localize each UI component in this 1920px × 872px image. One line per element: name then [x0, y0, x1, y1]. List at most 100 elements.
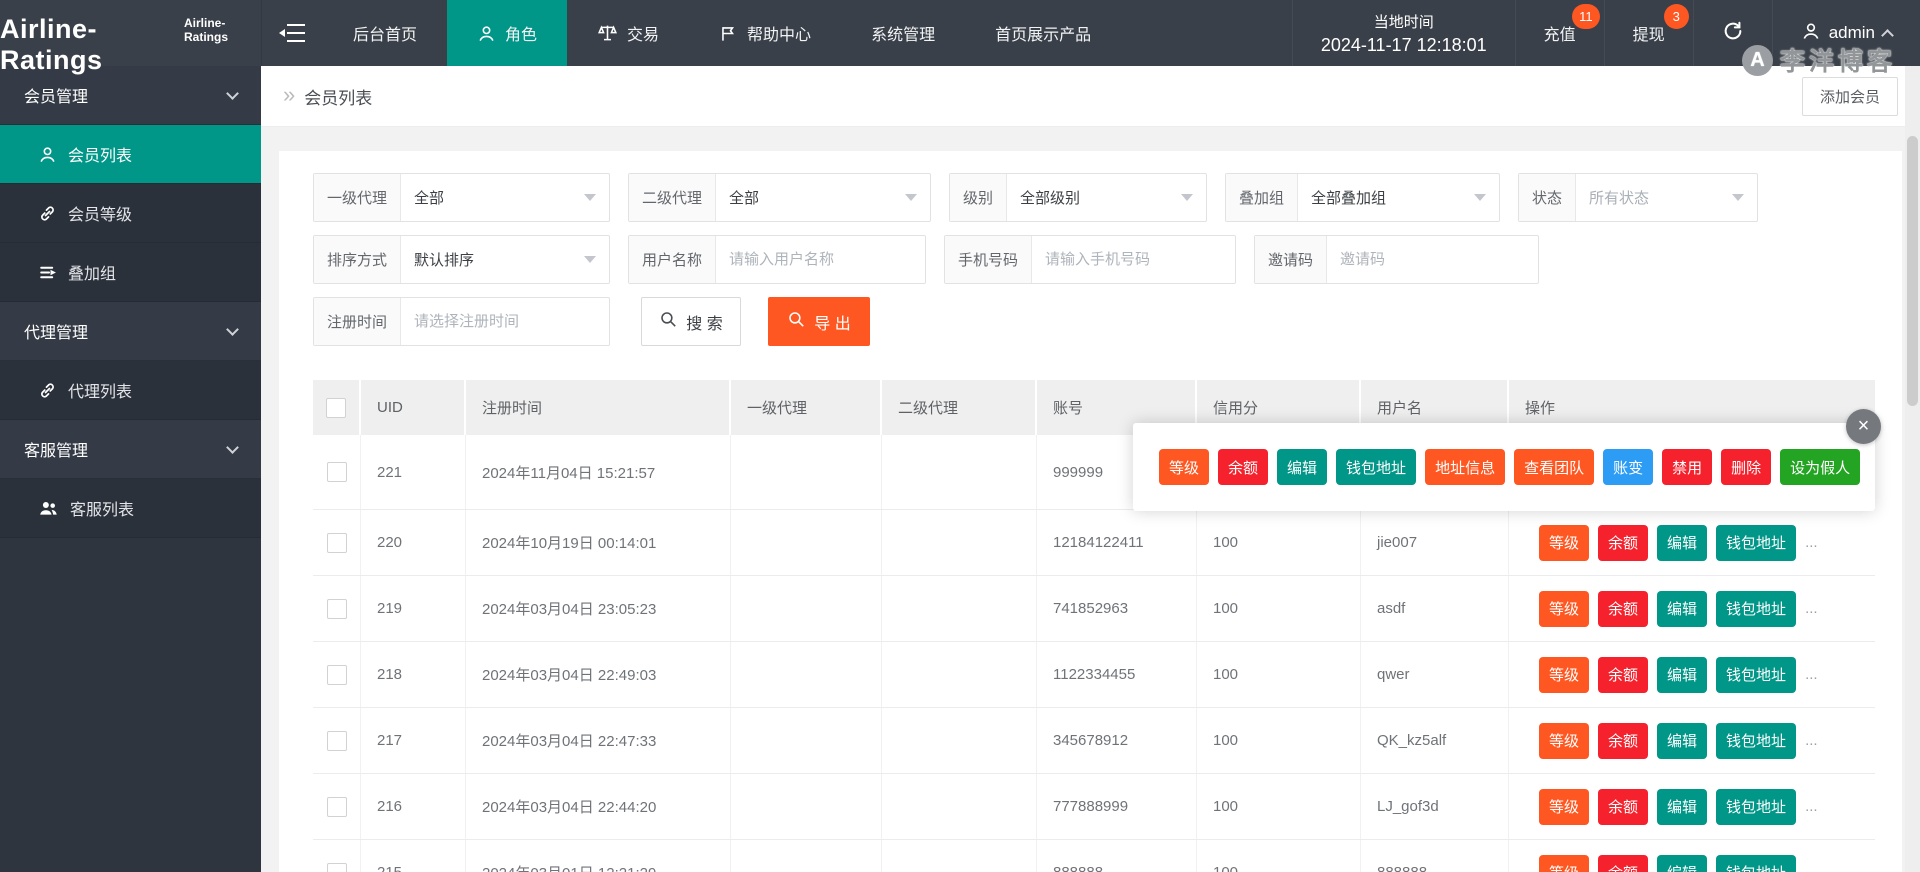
nav-item-首页展示产品[interactable]: 首页展示产品: [965, 0, 1121, 66]
sidebar-item-叠加组[interactable]: 叠加组: [0, 243, 261, 302]
table-row-uid-217: 2172024年03月04日 22:47:33345678912100QK_kz…: [313, 708, 1875, 774]
action-button-等级[interactable]: 等级: [1539, 789, 1589, 825]
action-button-编辑[interactable]: 编辑: [1657, 723, 1707, 759]
row-checkbox[interactable]: [327, 863, 347, 872]
action-button-钱包地址[interactable]: 钱包地址: [1716, 855, 1796, 872]
nav-item-交易[interactable]: 交易: [567, 0, 689, 66]
select-all-checkbox[interactable]: [326, 398, 346, 418]
action-button-删除[interactable]: 删除: [1721, 449, 1771, 485]
refresh-button[interactable]: [1694, 0, 1773, 66]
row-actions: 等级余额编辑钱包地址...: [1539, 723, 1818, 759]
column-header-二级代理: 二级代理: [882, 380, 1037, 435]
filter-select[interactable]: 默认排序: [401, 236, 609, 283]
filter-select-value: 所有状态: [1589, 187, 1649, 208]
action-button-钱包地址[interactable]: 钱包地址: [1716, 525, 1796, 561]
sidebar-collapse-button[interactable]: [261, 0, 323, 66]
scrollbar-thumb[interactable]: [1907, 136, 1918, 406]
action-button-余额[interactable]: 余额: [1598, 525, 1648, 561]
sidebar-item-会员列表[interactable]: 会员列表: [0, 125, 261, 184]
action-button-等级[interactable]: 等级: [1539, 723, 1589, 759]
filter-input[interactable]: [729, 251, 912, 268]
filter-叠加组: 叠加组全部叠加组: [1225, 173, 1500, 222]
action-button-编辑[interactable]: 编辑: [1657, 789, 1707, 825]
filter-select[interactable]: 全部: [401, 174, 609, 221]
cell-uid: 218: [361, 642, 466, 707]
action-button-编辑[interactable]: 编辑: [1657, 591, 1707, 627]
action-button-余额[interactable]: 余额: [1598, 591, 1648, 627]
action-button-编辑[interactable]: 编辑: [1657, 855, 1707, 872]
sidebar-item-代理列表[interactable]: 代理列表: [0, 361, 261, 420]
chevron-down-icon: [226, 441, 239, 454]
more-actions-ellipsis[interactable]: ...: [1805, 732, 1818, 749]
filter-input[interactable]: [1045, 251, 1222, 268]
row-checkbox[interactable]: [327, 665, 347, 685]
cell-username: jie007: [1361, 510, 1509, 575]
action-button-账变[interactable]: 账变: [1603, 449, 1653, 485]
nav-item-角色[interactable]: 角色: [447, 0, 567, 66]
action-button-设为假人[interactable]: 设为假人: [1780, 449, 1860, 485]
action-button-查看团队[interactable]: 查看团队: [1514, 449, 1594, 485]
sidebar-group-客服管理[interactable]: 客服管理: [0, 420, 261, 479]
sidebar-group-代理管理[interactable]: 代理管理: [0, 302, 261, 361]
search-icon: [659, 310, 678, 334]
popup-close-button[interactable]: ×: [1846, 435, 1875, 444]
row-checkbox[interactable]: [327, 731, 347, 751]
cell-account: 1122334455: [1037, 642, 1197, 707]
more-actions-ellipsis[interactable]: ...: [1805, 534, 1818, 551]
sidebar-item-客服列表[interactable]: 客服列表: [0, 479, 261, 538]
nav-item-系统管理[interactable]: 系统管理: [841, 0, 965, 66]
action-button-等级[interactable]: 等级: [1539, 525, 1589, 561]
admin-menu[interactable]: admin: [1773, 0, 1920, 66]
action-button-等级[interactable]: 等级: [1539, 657, 1589, 693]
row-checkbox[interactable]: [327, 797, 347, 817]
more-actions-ellipsis[interactable]: ...: [1805, 864, 1818, 872]
action-button-等级[interactable]: 等级: [1539, 855, 1589, 872]
filter-row-1: 一级代理全部二级代理全部级别全部级别叠加组全部叠加组状态所有状态: [313, 173, 1868, 222]
cell-credit: 100: [1197, 576, 1361, 641]
add-member-button[interactable]: 添加会员: [1802, 77, 1898, 116]
filter-input[interactable]: [1340, 251, 1525, 268]
filter-select[interactable]: 全部叠加组: [1298, 174, 1499, 221]
row-checkbox[interactable]: [327, 533, 347, 553]
more-actions-ellipsis[interactable]: ...: [1805, 798, 1818, 815]
more-actions-ellipsis[interactable]: ...: [1805, 666, 1818, 683]
action-button-钱包地址[interactable]: 钱包地址: [1716, 723, 1796, 759]
action-button-余额[interactable]: 余额: [1598, 855, 1648, 872]
nav-item-帮助中心[interactable]: 帮助中心: [689, 0, 841, 66]
row-checkbox[interactable]: [327, 462, 347, 482]
action-button-禁用[interactable]: 禁用: [1662, 449, 1712, 485]
nav-item-label: 交易: [627, 21, 659, 45]
action-button-钱包地址[interactable]: 钱包地址: [1716, 789, 1796, 825]
filter-select[interactable]: 全部: [716, 174, 930, 221]
filter-input[interactable]: [414, 313, 596, 330]
withdraw-button[interactable]: 提现 3: [1605, 0, 1694, 66]
action-button-编辑[interactable]: 编辑: [1657, 657, 1707, 693]
scrollbar-track[interactable]: [1905, 66, 1920, 872]
action-button-等级[interactable]: 等级: [1539, 591, 1589, 627]
action-button-余额[interactable]: 余额: [1598, 723, 1648, 759]
search-button[interactable]: 搜 索: [641, 297, 741, 346]
action-button-钱包地址[interactable]: 钱包地址: [1716, 591, 1796, 627]
row-checkbox[interactable]: [327, 599, 347, 619]
action-button-余额[interactable]: 余额: [1598, 657, 1648, 693]
row-select-cell: [313, 510, 361, 575]
more-actions-ellipsis[interactable]: ...: [1805, 600, 1818, 617]
action-button-余额[interactable]: 余额: [1598, 789, 1648, 825]
cell-credit: 100: [1197, 708, 1361, 773]
person-icon: [38, 145, 57, 164]
breadcrumb-icon: »: [283, 82, 295, 108]
nav-item-label: 首页展示产品: [995, 21, 1091, 45]
nav-item-后台首页[interactable]: 后台首页: [323, 0, 447, 66]
top-navbar: Airline-Ratings Airline-Ratings 后台首页角色交易…: [0, 0, 1920, 66]
filter-label: 叠加组: [1226, 174, 1298, 221]
action-button-编辑[interactable]: 编辑: [1657, 525, 1707, 561]
filter-select[interactable]: 所有状态: [1576, 174, 1757, 221]
recharge-button[interactable]: 充值 11: [1516, 0, 1605, 66]
list-icon: [38, 263, 57, 282]
export-button[interactable]: 导 出: [768, 297, 870, 346]
sidebar-item-会员等级[interactable]: 会员等级: [0, 184, 261, 243]
action-button-钱包地址[interactable]: 钱包地址: [1716, 657, 1796, 693]
filter-select[interactable]: 全部级别: [1007, 174, 1206, 221]
filter-label: 一级代理: [314, 174, 401, 221]
chevron-down-icon: [226, 87, 239, 100]
